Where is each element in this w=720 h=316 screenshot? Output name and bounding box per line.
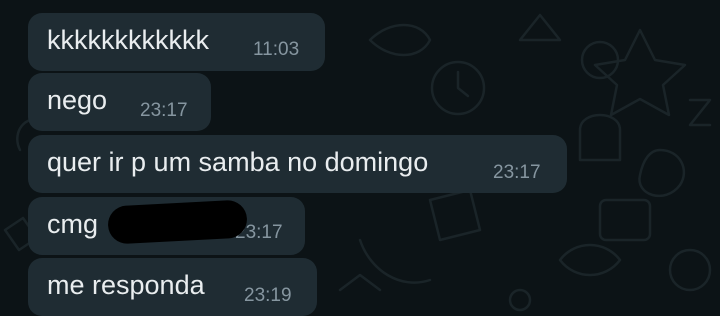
message-bubble[interactable]: kkkkkkkkkkkk 11:03: [28, 13, 325, 71]
message-timestamp: 23:19: [244, 285, 292, 306]
message-timestamp: 23:17: [140, 100, 188, 121]
message-text: nego: [47, 85, 108, 115]
message-text: me responda: [47, 270, 205, 300]
message-bubble[interactable]: nego 23:17: [28, 73, 211, 131]
message-text: cmg: [47, 209, 99, 239]
redaction-mark: [107, 199, 248, 245]
message-text: kkkkkkkkkkkk: [47, 25, 209, 55]
message-bubble[interactable]: quer ir p um samba no domingo 23:17: [28, 135, 567, 193]
message-text: quer ir p um samba no domingo: [47, 147, 429, 177]
message-timestamp: 23:17: [493, 162, 541, 183]
chat-screen: { "theme": { "background": "#0c1316", "i…: [0, 0, 720, 316]
message-timestamp: 11:03: [253, 39, 300, 60]
message-bubble[interactable]: cmg 23:17: [28, 197, 305, 255]
message-bubble[interactable]: me responda 23:19: [28, 258, 317, 316]
